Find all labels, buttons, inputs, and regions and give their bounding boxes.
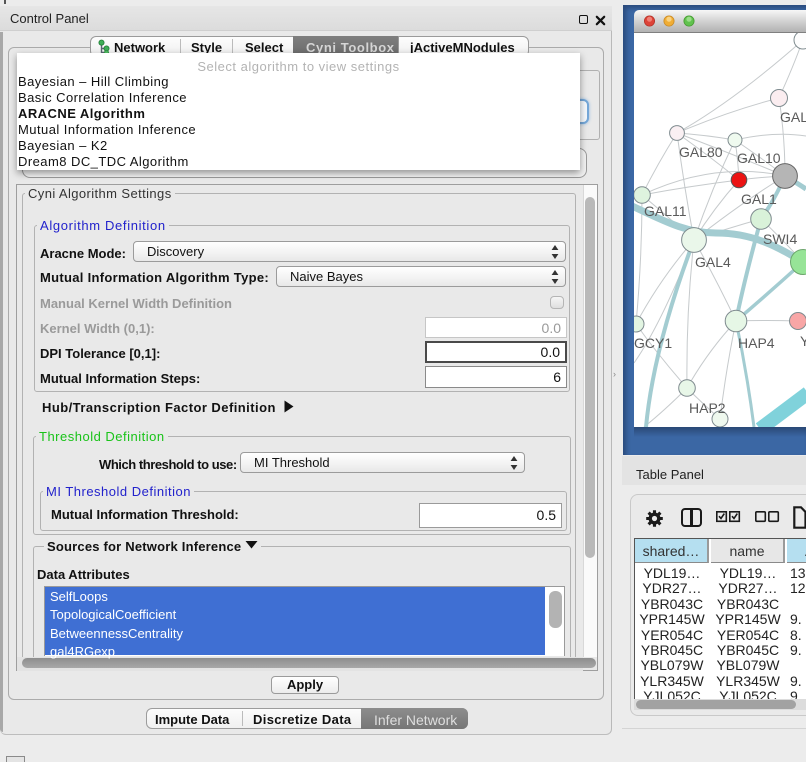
svg-text:GAL10: GAL10 bbox=[737, 150, 781, 166]
svg-text:HAP4: HAP4 bbox=[738, 335, 775, 351]
svg-text:Y: Y bbox=[800, 333, 806, 349]
svg-text:GAL1: GAL1 bbox=[741, 191, 777, 207]
svg-text:GAL11: GAL11 bbox=[644, 203, 687, 219]
svg-text:HAP2: HAP2 bbox=[689, 400, 726, 416]
svg-text:SWI4: SWI4 bbox=[763, 231, 797, 247]
svg-text:GCY1: GCY1 bbox=[634, 335, 672, 351]
svg-text:GAL4: GAL4 bbox=[695, 254, 731, 270]
svg-text:GAL7: GAL7 bbox=[780, 109, 806, 125]
svg-text:GAL80: GAL80 bbox=[679, 144, 723, 160]
